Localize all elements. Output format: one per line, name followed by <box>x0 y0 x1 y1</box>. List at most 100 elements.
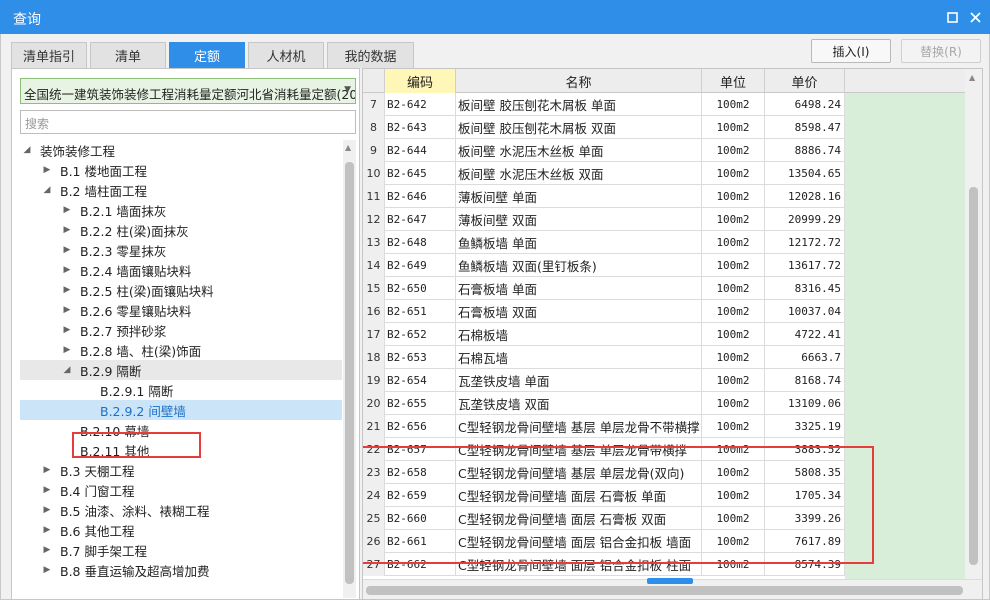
tree-item[interactable]: ▶ B.7 脚手架工程 <box>20 540 342 560</box>
tree-scrollbar[interactable]: ▲ <box>343 140 356 598</box>
tab-quota[interactable]: 定额 <box>169 42 245 68</box>
tree-item[interactable]: ▶ B.3 天棚工程 <box>20 460 342 480</box>
header-unit[interactable]: 单位 <box>702 69 765 93</box>
table-row[interactable]: 23 B2-658 C型轻钢龙骨间壁墙 基层 单层龙骨(双向) 100m2 5808.3… <box>363 461 845 484</box>
table-row[interactable]: 12 B2-647 薄板间壁 双面 100m2 20999.29 <box>363 208 845 231</box>
tree-item[interactable]: ◢ 装饰装修工程 <box>20 140 342 160</box>
tree-item[interactable]: B.2.10 幕墙 <box>20 420 342 440</box>
collapse-arrow-icon[interactable]: ◢ <box>40 185 54 195</box>
table-hscroll-thumb[interactable] <box>366 586 963 595</box>
table-row[interactable]: 27 B2-662 C型轻钢龙骨间壁墙 面层 铝合金扣板 柱面 100m2 8574.3… <box>363 553 845 576</box>
search-input[interactable]: 搜索 <box>20 110 356 134</box>
table-row[interactable]: 13 B2-648 鱼鳞板墙 单面 100m2 12172.72 <box>363 231 845 254</box>
expand-arrow-icon[interactable]: ▶ <box>60 345 74 355</box>
table-row[interactable]: 8 B2-643 板间壁 胶压刨花木屑板 双面 100m2 8598.47 <box>363 116 845 139</box>
expand-arrow-icon[interactable]: ▶ <box>60 225 74 235</box>
tab-my-data[interactable]: 我的数据 <box>327 42 414 68</box>
expand-arrow-icon[interactable]: ▶ <box>40 485 54 495</box>
tree-item[interactable]: ▶ B.2.7 预拌砂浆 <box>20 320 342 340</box>
tree-item[interactable]: ▶ B.5 油漆、涂料、裱糊工程 <box>20 500 342 520</box>
expand-arrow-icon[interactable]: ▶ <box>60 205 74 215</box>
table-row[interactable]: 25 B2-660 C型轻钢龙骨间壁墙 面层 石膏板 双面 100m2 3399.26 <box>363 507 845 530</box>
tree-item[interactable]: B.2.9.1 隔断 <box>20 380 342 400</box>
tree-item[interactable]: ▶ B.2.2 柱(梁)面抹灰 <box>20 220 342 240</box>
table-row[interactable]: 15 B2-650 石膏板墙 单面 100m2 8316.45 <box>363 277 845 300</box>
table-row[interactable]: 26 B2-661 C型轻钢龙骨间壁墙 面层 铝合金扣板 墙面 100m2 7617.8… <box>363 530 845 553</box>
insert-button[interactable]: 插入(I) <box>811 39 891 63</box>
table-row[interactable]: 21 B2-656 C型轻钢龙骨间壁墙 基层 单层龙骨不带横撑 100m2 3325.1… <box>363 415 845 438</box>
quota-library-select[interactable]: 全国统一建筑装饰装修工程消耗量定额河北省消耗量定额(20 ▼ <box>20 78 356 104</box>
table-hscrollbar[interactable] <box>363 578 982 599</box>
table-row[interactable]: 20 B2-655 瓦垄铁皮墙 双面 100m2 13109.06 <box>363 392 845 415</box>
table-row[interactable]: 22 B2-657 C型轻钢龙骨间壁墙 基层 单层龙骨带横撑 100m2 3883.52 <box>363 438 845 461</box>
cell-name: C型轻钢龙骨间壁墙 面层 石膏板 双面 <box>456 507 702 530</box>
cell-price: 3399.26 <box>765 507 845 530</box>
collapse-arrow-icon[interactable]: ◢ <box>60 365 74 375</box>
table-row[interactable]: 19 B2-654 瓦垄铁皮墙 单面 100m2 8168.74 <box>363 369 845 392</box>
tree-scroll-thumb[interactable] <box>345 162 354 584</box>
cell-price: 6498.24 <box>765 93 845 116</box>
table-row[interactable]: 10 B2-645 板间壁 水泥压木丝板 双面 100m2 13504.65 <box>363 162 845 185</box>
tree-item[interactable]: ◢ B.2 墙柱面工程 <box>20 180 342 200</box>
tab-bill[interactable]: 清单 <box>90 42 166 68</box>
table-row[interactable]: 7 B2-642 板间壁 胶压刨花木屑板 单面 100m2 6498.24 <box>363 93 845 116</box>
header-name[interactable]: 名称 <box>456 69 702 93</box>
cell-name: 石膏板墙 双面 <box>456 300 702 323</box>
expand-arrow-icon[interactable]: ▶ <box>40 505 54 515</box>
table-row[interactable]: 18 B2-653 石棉瓦墙 100m2 6663.7 <box>363 346 845 369</box>
cell-unit: 100m2 <box>702 484 765 507</box>
tree-item[interactable]: ▶ B.2.5 柱(梁)面镶贴块料 <box>20 280 342 300</box>
chevron-down-icon[interactable]: ▼ <box>344 85 351 95</box>
header-code[interactable]: 编码 <box>385 69 456 93</box>
cell-code: B2-650 <box>385 277 456 300</box>
tree-item[interactable]: ▶ B.1 楼地面工程 <box>20 160 342 180</box>
table-scrollbar[interactable]: ▲ <box>965 69 982 579</box>
tree-item[interactable]: ▶ B.2.4 墙面镶贴块料 <box>20 260 342 280</box>
cell-price: 8168.74 <box>765 369 845 392</box>
scroll-up-icon[interactable]: ▲ <box>969 73 975 82</box>
tree-item[interactable]: ▶ B.4 门窗工程 <box>20 480 342 500</box>
cell-price: 8886.74 <box>765 139 845 162</box>
expand-arrow-icon[interactable]: ▶ <box>60 265 74 275</box>
cell-unit: 100m2 <box>702 254 765 277</box>
tree-item[interactable]: B.2.9.2 间壁墙 <box>20 400 342 420</box>
tree-item[interactable]: ▶ B.2.1 墙面抹灰 <box>20 200 342 220</box>
table-scroll-thumb[interactable] <box>969 187 978 565</box>
table-row[interactable]: 24 B2-659 C型轻钢龙骨间壁墙 面层 石膏板 单面 100m2 1705.34 <box>363 484 845 507</box>
tree-item[interactable]: ▶ B.2.6 零星镶贴块料 <box>20 300 342 320</box>
replace-button[interactable]: 替换(R) <box>901 39 981 63</box>
expand-arrow-icon[interactable]: ▶ <box>60 285 74 295</box>
row-index: 16 <box>363 300 385 323</box>
collapse-arrow-icon[interactable]: ◢ <box>20 145 34 155</box>
maximize-icon[interactable] <box>942 7 962 27</box>
expand-arrow-icon[interactable]: ▶ <box>60 305 74 315</box>
expand-arrow-icon[interactable]: ▶ <box>40 565 54 575</box>
table-row[interactable]: 16 B2-651 石膏板墙 双面 100m2 10037.04 <box>363 300 845 323</box>
tree-item[interactable]: B.2.11 其他 <box>20 440 342 460</box>
tree-item[interactable]: ◢ B.2.9 隔断 <box>20 360 342 380</box>
header-price[interactable]: 单价 <box>765 69 845 93</box>
table-row[interactable]: 14 B2-649 鱼鳞板墙 双面(里钉板条) 100m2 13617.72 <box>363 254 845 277</box>
expand-arrow-icon[interactable]: ▶ <box>60 325 74 335</box>
close-icon[interactable] <box>965 7 985 27</box>
splitter-grip-icon[interactable] <box>647 578 693 584</box>
table-row[interactable]: 11 B2-646 薄板间壁 单面 100m2 12028.16 <box>363 185 845 208</box>
tree-item-label: B.2.10 幕墙 <box>80 423 150 439</box>
cell-name: C型轻钢龙骨间壁墙 基层 单层龙骨带横撑 <box>456 438 702 461</box>
tree-item[interactable]: ▶ B.6 其他工程 <box>20 520 342 540</box>
tree-item[interactable]: ▶ B.2.3 零星抹灰 <box>20 240 342 260</box>
tree-item-label: B.2.6 零星镶贴块料 <box>80 303 192 319</box>
left-panel: 全国统一建筑装饰装修工程消耗量定额河北省消耗量定额(20 ▼ 搜索 ◢ 装饰装修工… <box>11 68 360 600</box>
tree-item[interactable]: ▶ B.2.8 墙、柱(梁)饰面 <box>20 340 342 360</box>
expand-arrow-icon[interactable]: ▶ <box>60 245 74 255</box>
table-row[interactable]: 17 B2-652 石棉板墙 100m2 4722.41 <box>363 323 845 346</box>
expand-arrow-icon[interactable]: ▶ <box>40 465 54 475</box>
expand-arrow-icon[interactable]: ▶ <box>40 525 54 535</box>
scroll-up-icon[interactable]: ▲ <box>345 143 351 152</box>
expand-arrow-icon[interactable]: ▶ <box>40 545 54 555</box>
table-row[interactable]: 9 B2-644 板间壁 水泥压木丝板 单面 100m2 8886.74 <box>363 139 845 162</box>
tab-labor-material[interactable]: 人材机 <box>248 42 324 68</box>
tree-item[interactable]: ▶ B.8 垂直运输及超高增加费 <box>20 560 342 580</box>
tab-bill-guide[interactable]: 清单指引 <box>11 42 87 68</box>
expand-arrow-icon[interactable]: ▶ <box>40 165 54 175</box>
